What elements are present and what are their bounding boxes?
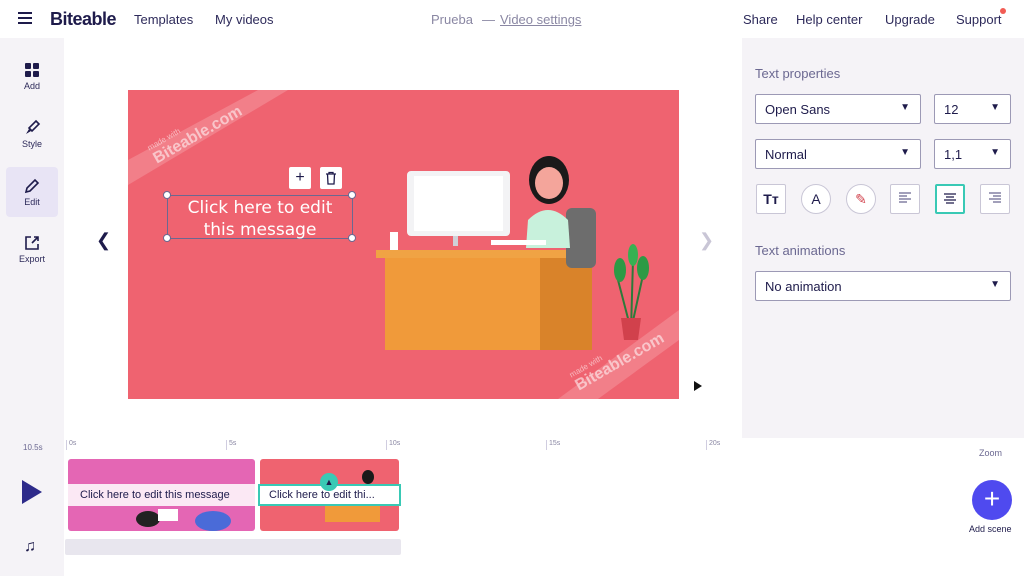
chevron-up-icon[interactable]: ▲ [320,473,338,491]
sidebar-item-label: Export [18,254,45,264]
tick-label: 10s [389,440,401,447]
highlight-icon: ✎ [855,191,867,207]
sidebar-item-label: Style [21,139,42,149]
tick-line [66,440,67,450]
resize-handle[interactable] [163,234,171,242]
share-link[interactable]: Share [743,12,778,27]
line-height-value: 1,1 [944,147,963,162]
tick-label: 15s [549,440,561,447]
align-right-icon [989,192,1001,203]
sidebar-item-style[interactable]: Style [6,113,58,163]
trash-icon [326,171,336,185]
sidebar-item-add[interactable]: Add [6,55,58,105]
align-center-button[interactable] [935,184,965,214]
zoom-control[interactable]: Zoom [979,448,1002,458]
previous-scene-icon[interactable]: ❮ [96,230,111,251]
menu-icon[interactable] [18,12,32,24]
text-animations-title: Text animations [755,243,846,258]
highlight-button[interactable]: ✎ [846,184,876,214]
align-left-button[interactable] [890,184,920,214]
help-center-link[interactable]: Help center [796,12,862,27]
chevron-down-icon: ▼ [990,279,1000,290]
font-size-select[interactable]: 12 ▼ [934,94,1011,124]
font-family-select[interactable]: Open Sans ▼ [755,94,921,124]
resize-handle[interactable] [163,191,171,199]
scene-text-box[interactable]: Click here to edit this message [167,195,353,240]
chevron-down-icon: ▼ [990,102,1000,113]
sidebar-item-label: Add [23,81,40,91]
sidebar-item-export[interactable]: Export [6,228,58,278]
line-height-select[interactable]: 1,1 ▼ [934,139,1011,169]
tick-label: 5s [229,440,237,447]
scene-preview[interactable]: made with Biteable.com made with Biteabl… [128,90,679,399]
export-icon [25,236,39,250]
text-properties-title: Text properties [755,66,841,81]
pencil-icon [24,178,40,194]
chevron-down-icon: ▼ [990,147,1000,158]
video-settings-link[interactable]: Video settings [500,12,581,27]
scene-text-line-1: Click here to edit [187,198,333,218]
title-separator: — [482,12,495,27]
text-color-icon: A [811,191,821,207]
video-duration: 10.5s [23,443,43,452]
support-link[interactable]: Support [956,12,1002,27]
play-video-icon[interactable] [22,480,42,504]
play-scene-icon[interactable] [694,381,702,391]
resize-handle[interactable] [348,234,356,242]
tick-label: 0s [69,440,77,447]
font-size-value: 12 [944,102,959,117]
project-name: Prueba [431,12,473,27]
logo[interactable]: Biteable [50,9,117,30]
text-animation-value: No animation [765,279,842,294]
align-center-icon [944,193,956,204]
nav-templates[interactable]: Templates [134,12,193,27]
align-right-button[interactable] [980,184,1010,214]
grid-icon [25,63,39,77]
chevron-down-icon: ▼ [900,147,910,158]
upgrade-link[interactable]: Upgrade [885,12,935,27]
align-left-icon [899,192,911,203]
chevron-down-icon: ▼ [900,102,910,113]
notification-dot [1000,8,1006,14]
tick-line [386,440,387,450]
text-size-button[interactable]: Tт [756,184,786,214]
add-scene-button[interactable]: + [972,480,1012,520]
font-family-value: Open Sans [765,102,831,117]
nav-my-videos[interactable]: My videos [215,12,274,27]
tick-line [706,440,707,450]
text-size-icon: Tт [763,191,779,207]
text-color-button[interactable]: A [801,184,831,214]
next-scene-icon[interactable]: ❯ [699,230,714,251]
font-weight-select[interactable]: Normal ▼ [755,139,921,169]
delete-element-button[interactable] [320,167,342,189]
brush-icon [26,119,41,134]
tick-label: 20s [709,440,721,447]
sidebar-item-edit[interactable]: Edit [6,167,58,217]
add-element-button[interactable]: + [289,167,311,189]
text-animation-select[interactable]: No animation ▼ [755,271,1011,301]
music-note-icon[interactable]: ♫ [24,538,36,556]
font-weight-value: Normal [765,147,807,162]
resize-handle[interactable] [348,191,356,199]
sidebar-item-label: Edit [24,197,40,207]
audio-track[interactable] [65,539,401,555]
scene-text-line-2: this message [203,220,317,240]
add-scene-label: Add scene [969,524,1012,534]
top-bar: Biteable Templates My videos Prueba — Vi… [0,0,1024,38]
tick-line [226,440,227,450]
clip-label[interactable]: Click here to edit this message [68,484,255,506]
tick-line [546,440,547,450]
